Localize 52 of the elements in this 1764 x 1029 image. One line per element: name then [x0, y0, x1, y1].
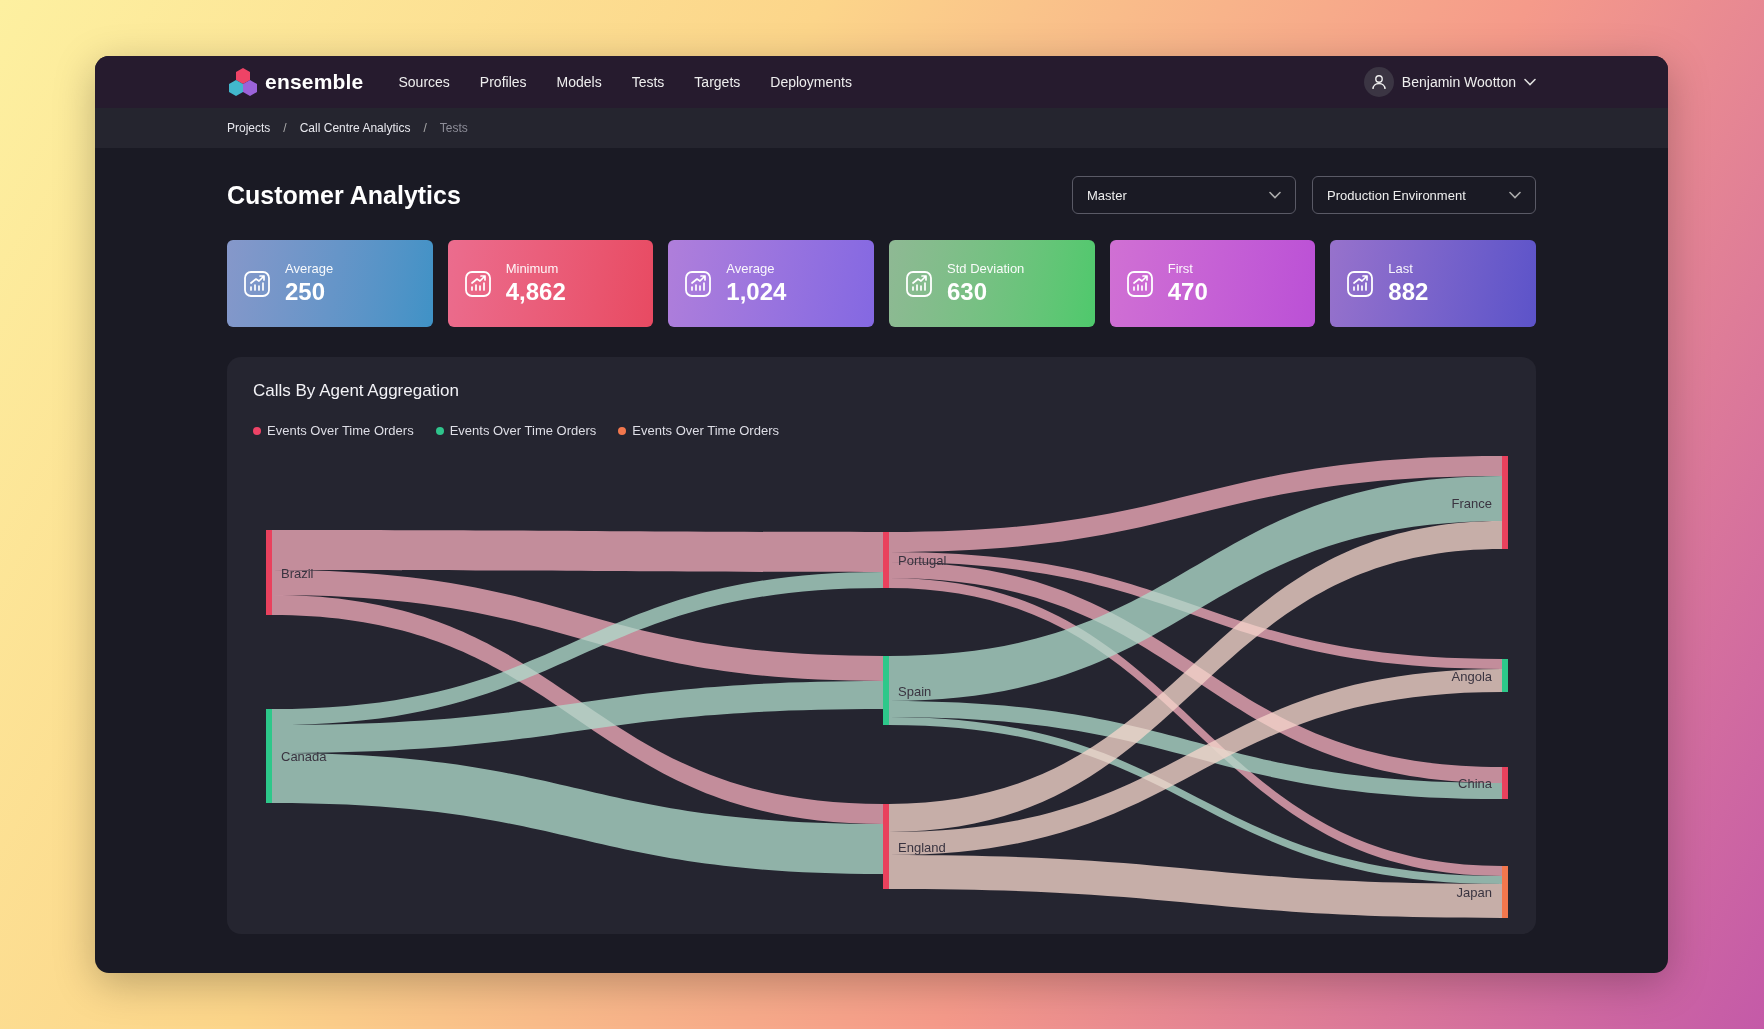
stat-label: Last — [1388, 261, 1414, 276]
legend-label: Events Over Time Orders — [632, 423, 779, 438]
chevron-down-icon — [1269, 191, 1281, 199]
nav-link[interactable]: Tests — [616, 68, 680, 96]
node-label: Spain — [898, 683, 932, 699]
stat-value: 250 — [285, 278, 327, 306]
chart-trend-icon — [684, 269, 713, 298]
stat-label: Average — [285, 261, 334, 276]
nav-link[interactable]: Profiles — [464, 68, 542, 96]
chart-trend-icon — [463, 269, 492, 298]
logo-icon — [227, 67, 259, 97]
stat-value: 1,024 — [726, 278, 787, 306]
chart-trend-icon — [1125, 269, 1154, 298]
node-label: Angola — [1451, 668, 1492, 684]
legend-label: Events Over Time Orders — [449, 423, 597, 438]
stat-label: Average — [726, 261, 776, 276]
breadcrumb-separator: / — [423, 121, 427, 135]
stat-value: 630 — [947, 278, 989, 306]
dropdown-select[interactable]: Production Environment — [1312, 176, 1536, 214]
node-label: Japan — [1456, 885, 1492, 900]
nav-link[interactable]: Targets — [679, 68, 756, 96]
user-menu[interactable]: Benjamin Wootton — [1363, 67, 1536, 97]
nav-link[interactable]: Sources — [383, 68, 465, 96]
node-label: Portugal — [898, 553, 947, 568]
breadcrumb-link[interactable]: Projects — [227, 121, 271, 135]
chevron-down-icon — [1509, 191, 1521, 199]
chart-trend-icon — [1346, 269, 1375, 298]
breadcrumb-current: Tests — [439, 121, 468, 135]
node-label: Brazil — [281, 565, 314, 581]
stat-label: First — [1167, 261, 1194, 276]
breadcrumb-link[interactable]: Call Centre Analytics — [299, 121, 411, 135]
page-title: Customer Analytics — [227, 180, 462, 210]
node-label: China — [1458, 776, 1492, 791]
stat-label: Std Deviation — [947, 261, 1025, 276]
dropdown-select[interactable]: Master — [1072, 176, 1296, 214]
stat-value: 4,862 — [505, 278, 566, 306]
node-label: England — [898, 839, 946, 855]
chevron-down-icon — [1524, 78, 1536, 86]
stat-value: 882 — [1388, 278, 1429, 306]
brand-name: ensemble — [265, 70, 364, 94]
nav-link[interactable]: Models — [541, 68, 617, 96]
breadcrumb-separator: / — [283, 121, 287, 135]
avatar-icon — [1363, 67, 1394, 97]
chart-trend-icon — [905, 269, 933, 298]
stat-value: 470 — [1167, 278, 1208, 306]
chart-trend-icon — [243, 269, 271, 298]
node-label: France — [1451, 495, 1492, 511]
stat-label: Minimum — [505, 261, 560, 276]
chart-title: Calls By Agent Aggregation — [253, 381, 461, 401]
nav-link[interactable]: Deployments — [755, 68, 867, 96]
legend-label: Events Over Time Orders — [267, 423, 414, 438]
node-label: Canada — [281, 749, 327, 764]
